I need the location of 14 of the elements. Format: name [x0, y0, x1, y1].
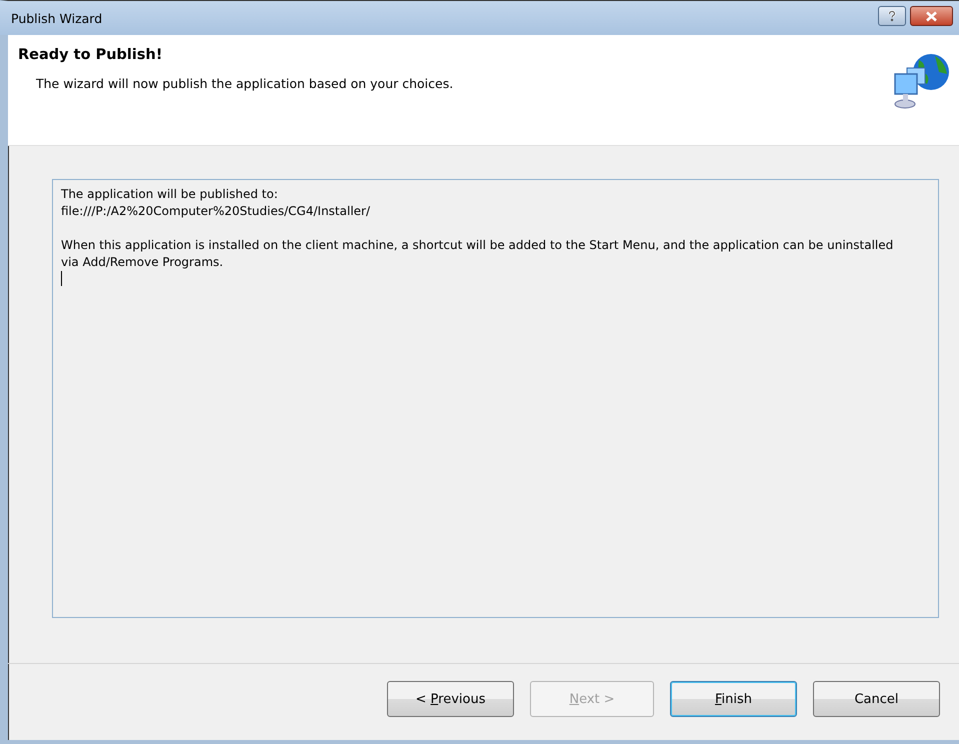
- help-icon: [886, 10, 898, 22]
- publish-location: file:///P:/A2%20Computer%20Studies/CG4/Installer/: [61, 203, 372, 220]
- page-title: Ready to Publish!: [18, 47, 164, 63]
- text-cursor: [61, 271, 62, 286]
- wizard-button[interactable]: Cancel: [813, 681, 940, 717]
- window-title: Publish Wizard: [11, 10, 102, 26]
- page-description: The wizard will now publish the application based on your choices.: [36, 76, 454, 91]
- summary-text: When this application is installed on the client machine, a shortcut will be added to the Start Menu, and the application can be uninstalled via Add/Remove Programs.: [61, 237, 894, 271]
- close-icon: [925, 10, 938, 22]
- help-button[interactable]: [878, 6, 906, 26]
- summary-text: The application will be published to:: [61, 186, 279, 203]
- wizard-button[interactable]: Finish: [670, 681, 797, 717]
- close-button[interactable]: [910, 6, 953, 26]
- wizard-button[interactable]: < Previous: [387, 681, 514, 717]
